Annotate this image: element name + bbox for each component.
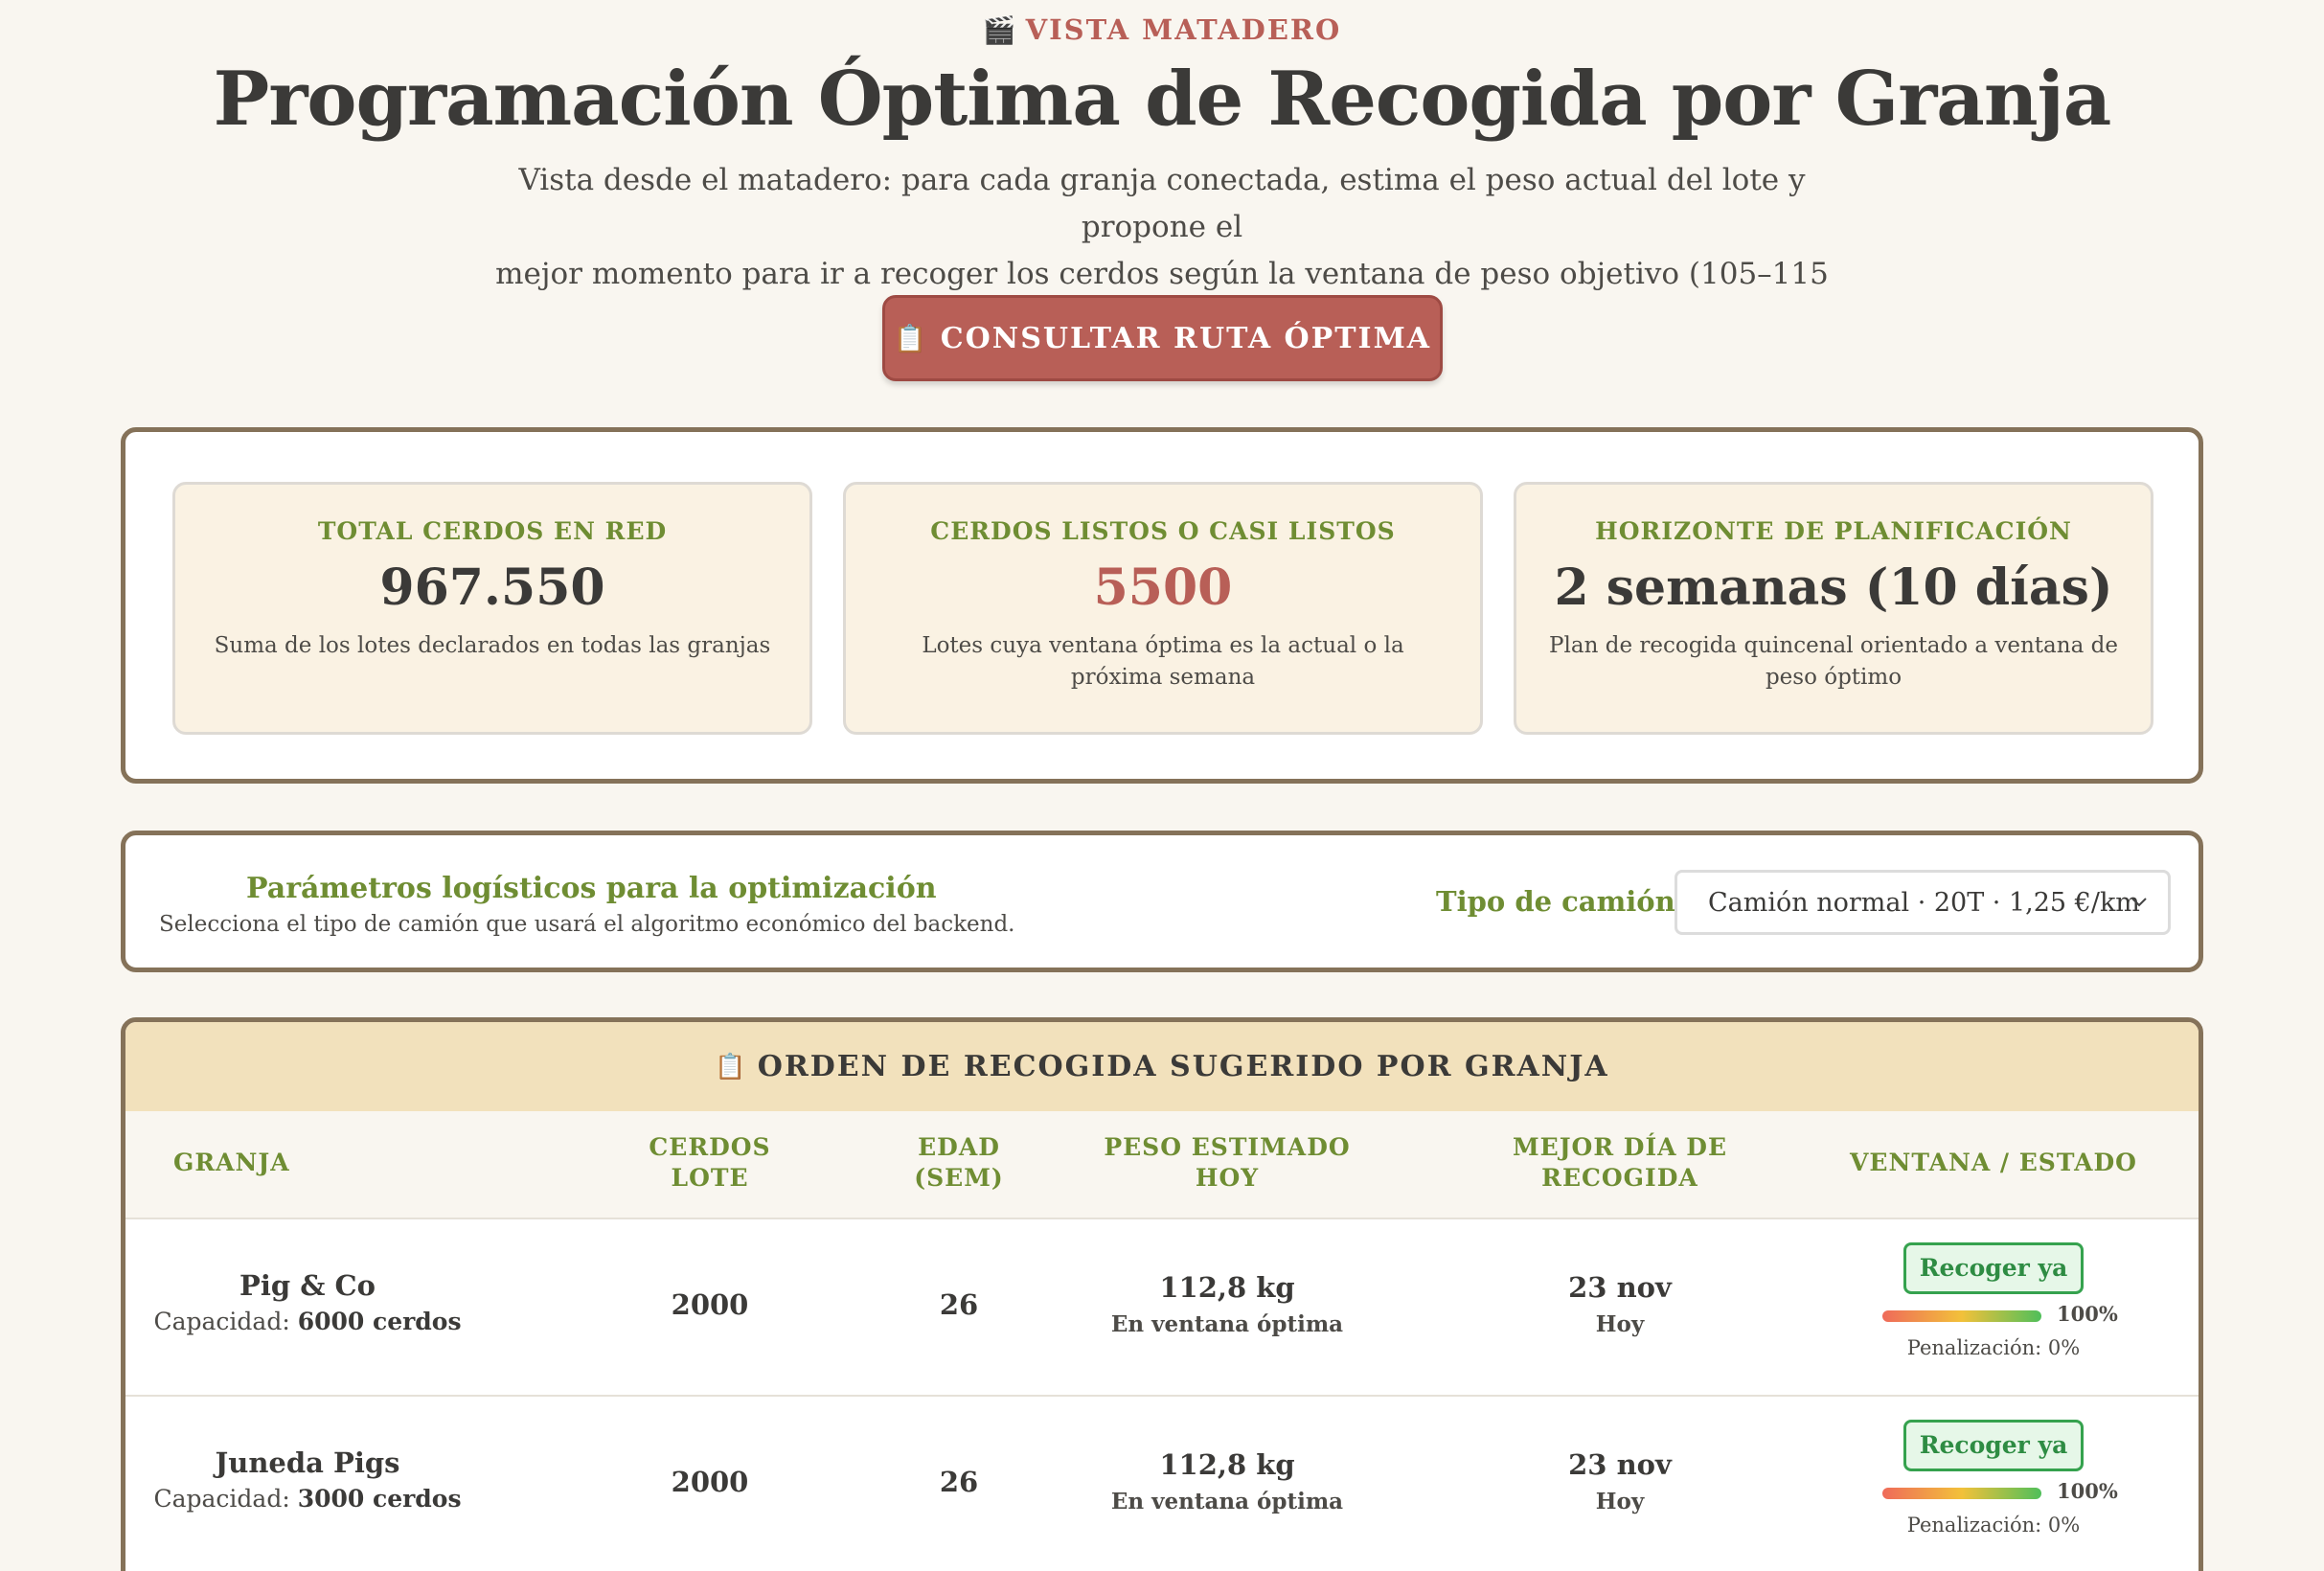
weight-value: 112,8 kg [1159, 1448, 1295, 1481]
stat-label: CERDOS LISTOS O CASI LISTOS [930, 517, 1396, 545]
chevron-down-icon [2130, 890, 2149, 919]
clipboard-icon: 📋 [715, 1052, 748, 1081]
stat-label: TOTAL CERDOS EN RED [317, 517, 668, 545]
params-title: Parámetros logísticos para la optimizaci… [246, 872, 937, 905]
stat-value: 5500 [1093, 558, 1233, 617]
clipboard-icon: 📋 [893, 322, 929, 354]
stat-value: 967.550 [379, 558, 605, 617]
col-header-best-day-line-2: RECOGIDA [1541, 1164, 1698, 1192]
table-header-row: GRANJA CERDOS LOTE EDAD (SEM) PESO ESTIM… [125, 1111, 2199, 1219]
stat-card-total-pigs: TOTAL CERDOS EN RED 967.550 Suma de los … [172, 482, 812, 735]
age-cell: 26 [939, 1288, 979, 1321]
col-header-weight-line-1: PESO ESTIMADO [1104, 1133, 1351, 1161]
stat-value: 2 semanas (10 días) [1554, 558, 2113, 617]
col-header-pigs-line-2: LOTE [671, 1164, 749, 1192]
status-cell: Recoger ya 100% Penalización: 0% [1869, 1242, 2118, 1359]
window-progress: 100% [1869, 1479, 2118, 1508]
truck-type-label: Tipo de camión: [1436, 885, 1686, 918]
view-eyebrow: 🎬 VISTA MATADERO [0, 13, 2324, 46]
best-day-note: Hoy [1595, 1489, 1645, 1514]
cta-label: CONSULTAR RUTA ÓPTIMA [940, 321, 1432, 355]
subtitle-line-1: Vista desde el matadero: para cada granj… [518, 163, 1806, 244]
farm-name: Juneda Pigs [215, 1446, 400, 1479]
col-header-best-day: MEJOR DÍA DE RECOGIDA [1476, 1132, 1764, 1194]
weight-value: 112,8 kg [1159, 1271, 1295, 1304]
stat-card-planning-horizon: HORIZONTE DE PLANIFICACIÓN 2 semanas (10… [1514, 482, 2153, 735]
col-header-status: VENTANA / ESTADO [1850, 1149, 2137, 1176]
penalty-text: Penalización: 0% [1906, 1336, 2081, 1359]
eyebrow-label: VISTA MATADERO [1025, 13, 1342, 46]
stats-panel: TOTAL CERDOS EN RED 967.550 Suma de los … [121, 427, 2203, 784]
stat-description: Plan de recogida quincenal orientado a v… [1549, 633, 2118, 690]
best-day-cell: 23 nov Hoy [1476, 1271, 1764, 1337]
col-header-best-day-line-1: MEJOR DÍA DE [1512, 1133, 1728, 1161]
col-header-age-line-2: (SEM) [914, 1164, 1004, 1192]
pigs-cell: 2000 [671, 1288, 749, 1321]
col-header-age-line-1: EDAD [918, 1133, 1000, 1161]
truck-type-selected-value: Camión normal · 20T · 1,25 €/km [1708, 887, 2140, 918]
table-row: Juneda Pigs Capacidad: 3000 cerdos 2000 … [125, 1397, 2199, 1571]
col-header-weight-line-2: HOY [1195, 1164, 1260, 1192]
window-progress-bar [1882, 1310, 2041, 1322]
stat-description: Suma de los lotes declarados en todas la… [214, 633, 771, 658]
clapperboard-icon: 🎬 [982, 14, 1018, 46]
col-header-weight: PESO ESTIMADO HOY [1083, 1132, 1371, 1194]
truck-type-select[interactable]: Camión normal · 20T · 1,25 €/km [1675, 870, 2171, 935]
col-header-age: EDAD (SEM) [901, 1132, 1016, 1194]
farm-capacity: Capacidad: 6000 cerdos [125, 1308, 490, 1335]
col-header-pigs: CERDOS LOTE [614, 1132, 806, 1194]
window-progress: 100% [1869, 1302, 2118, 1331]
age-cell: 26 [939, 1466, 979, 1498]
window-percent: 100% [2057, 1479, 2118, 1503]
capacity-label: Capacidad: [153, 1485, 290, 1513]
pickup-now-badge: Recoger ya [1903, 1420, 2084, 1471]
best-day-cell: 23 nov Hoy [1476, 1448, 1764, 1514]
weight-cell: 112,8 kg En ventana óptima [1083, 1448, 1371, 1514]
params-description: Selecciona el tipo de camión que usará e… [159, 912, 1015, 937]
penalty-text: Penalización: 0% [1906, 1514, 2081, 1537]
pickup-now-badge: Recoger ya [1903, 1242, 2084, 1294]
table-title: 📋 ORDEN DE RECOGIDA SUGERIDO POR GRANJA [125, 1022, 2199, 1111]
stat-card-ready-pigs: CERDOS LISTOS O CASI LISTOS 5500 Lotes c… [843, 482, 1483, 735]
consult-optimal-route-button[interactable]: 📋 CONSULTAR RUTA ÓPTIMA [882, 295, 1443, 381]
farm-name: Pig & Co [239, 1269, 376, 1302]
weight-note: En ventana óptima [1110, 1489, 1344, 1514]
table-row: Pig & Co Capacidad: 6000 cerdos 2000 26 … [125, 1219, 2199, 1397]
best-day-note: Hoy [1595, 1311, 1645, 1337]
farm-capacity: Capacidad: 3000 cerdos [125, 1485, 490, 1513]
col-header-farm: GRANJA [173, 1149, 290, 1176]
stat-label: HORIZONTE DE PLANIFICACIÓN [1595, 517, 2072, 545]
best-day-value: 23 nov [1568, 1448, 1672, 1481]
farm-cell: Juneda Pigs Capacidad: 3000 cerdos [125, 1446, 490, 1513]
capacity-label: Capacidad: [153, 1308, 290, 1335]
capacity-value: 3000 cerdos [297, 1485, 462, 1513]
window-percent: 100% [2057, 1302, 2118, 1326]
status-cell: Recoger ya 100% Penalización: 0% [1869, 1420, 2118, 1537]
capacity-value: 6000 cerdos [297, 1308, 462, 1335]
logistics-params-panel: Parámetros logísticos para la optimizaci… [121, 831, 2203, 972]
weight-cell: 112,8 kg En ventana óptima [1083, 1271, 1371, 1337]
col-header-pigs-line-1: CERDOS [649, 1133, 771, 1161]
pickup-order-table: 📋 ORDEN DE RECOGIDA SUGERIDO POR GRANJA … [121, 1017, 2203, 1571]
table-title-label: ORDEN DE RECOGIDA SUGERIDO POR GRANJA [757, 1050, 1609, 1083]
weight-note: En ventana óptima [1110, 1311, 1344, 1337]
farm-cell: Pig & Co Capacidad: 6000 cerdos [125, 1269, 490, 1335]
window-progress-bar [1882, 1488, 2041, 1499]
page-title: Programación Óptima de Recogida por Gran… [213, 56, 2112, 143]
best-day-value: 23 nov [1568, 1271, 1672, 1304]
stat-description: Lotes cuya ventana óptima es la actual o… [922, 633, 1404, 690]
pigs-cell: 2000 [671, 1466, 749, 1498]
